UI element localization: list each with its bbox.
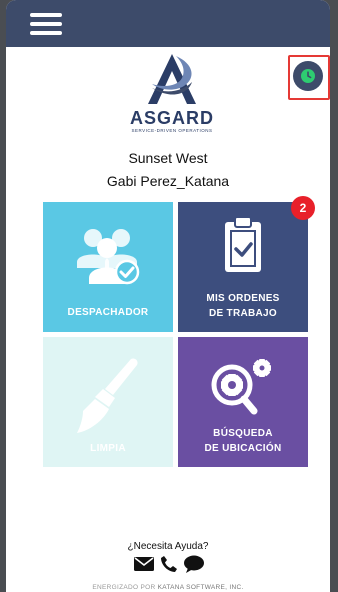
help-contact-icons bbox=[134, 555, 204, 573]
help-title: ¿Necesita Ayuda? bbox=[127, 541, 209, 552]
brand-tagline: SERVICE-DRIVEN OPERATIONS bbox=[131, 128, 213, 133]
tile-mis-ordenes-label-line1: MIS ORDENES bbox=[206, 293, 280, 304]
footer-company: KATANA SOFTWARE, INC. bbox=[157, 584, 244, 591]
chat-icon[interactable] bbox=[184, 555, 204, 573]
envelope-icon[interactable] bbox=[134, 557, 154, 571]
sync-button[interactable] bbox=[293, 61, 323, 91]
clipboard-check-icon bbox=[225, 216, 261, 272]
top-bar bbox=[6, 0, 330, 47]
tile-busqueda-ubicacion[interactable]: BÚSQUEDA DE UBICACIÓN bbox=[178, 337, 308, 467]
people-check-icon bbox=[77, 229, 140, 285]
tile-busqueda-label-line1: BÚSQUEDA bbox=[213, 428, 273, 439]
user-name: Gabi Perez_Katana bbox=[106, 173, 230, 189]
hamburger-menu-icon[interactable] bbox=[30, 13, 62, 35]
tile-despachador-label: DESPACHADOR bbox=[67, 307, 149, 318]
footer-prefix: ENERGIZADO POR bbox=[92, 584, 156, 591]
footer-credit: ENERGIZADO POR KATANA SOFTWARE, INC. bbox=[6, 584, 330, 591]
asgard-logo: ASGARD SERVICE-DRIVEN OPERATIONS bbox=[122, 52, 222, 138]
tile-mis-ordenes-label-line2: DE TRABAJO bbox=[208, 308, 277, 319]
asgard-a-logo-icon bbox=[148, 54, 196, 104]
tile-despachador[interactable]: DESPACHADOR bbox=[43, 202, 173, 332]
brand-name: ASGARD bbox=[129, 108, 214, 128]
clock-icon bbox=[301, 69, 315, 83]
tile-limpia-label: LIMPIA bbox=[90, 443, 126, 454]
site-name: Sunset West bbox=[128, 150, 208, 166]
broom-icon bbox=[77, 358, 138, 433]
tile-limpia[interactable]: LIMPIA bbox=[43, 337, 173, 467]
tile-mis-ordenes[interactable]: MIS ORDENES DE TRABAJO bbox=[178, 202, 308, 332]
phone-icon[interactable] bbox=[160, 555, 178, 573]
tile-busqueda-label-line2: DE UBICACIÓN bbox=[204, 443, 282, 454]
work-orders-count-badge: 2 bbox=[291, 196, 315, 220]
gears-search-icon bbox=[211, 359, 271, 415]
app-screen: ASGARD SERVICE-DRIVEN OPERATIONS Sunset … bbox=[6, 0, 330, 592]
